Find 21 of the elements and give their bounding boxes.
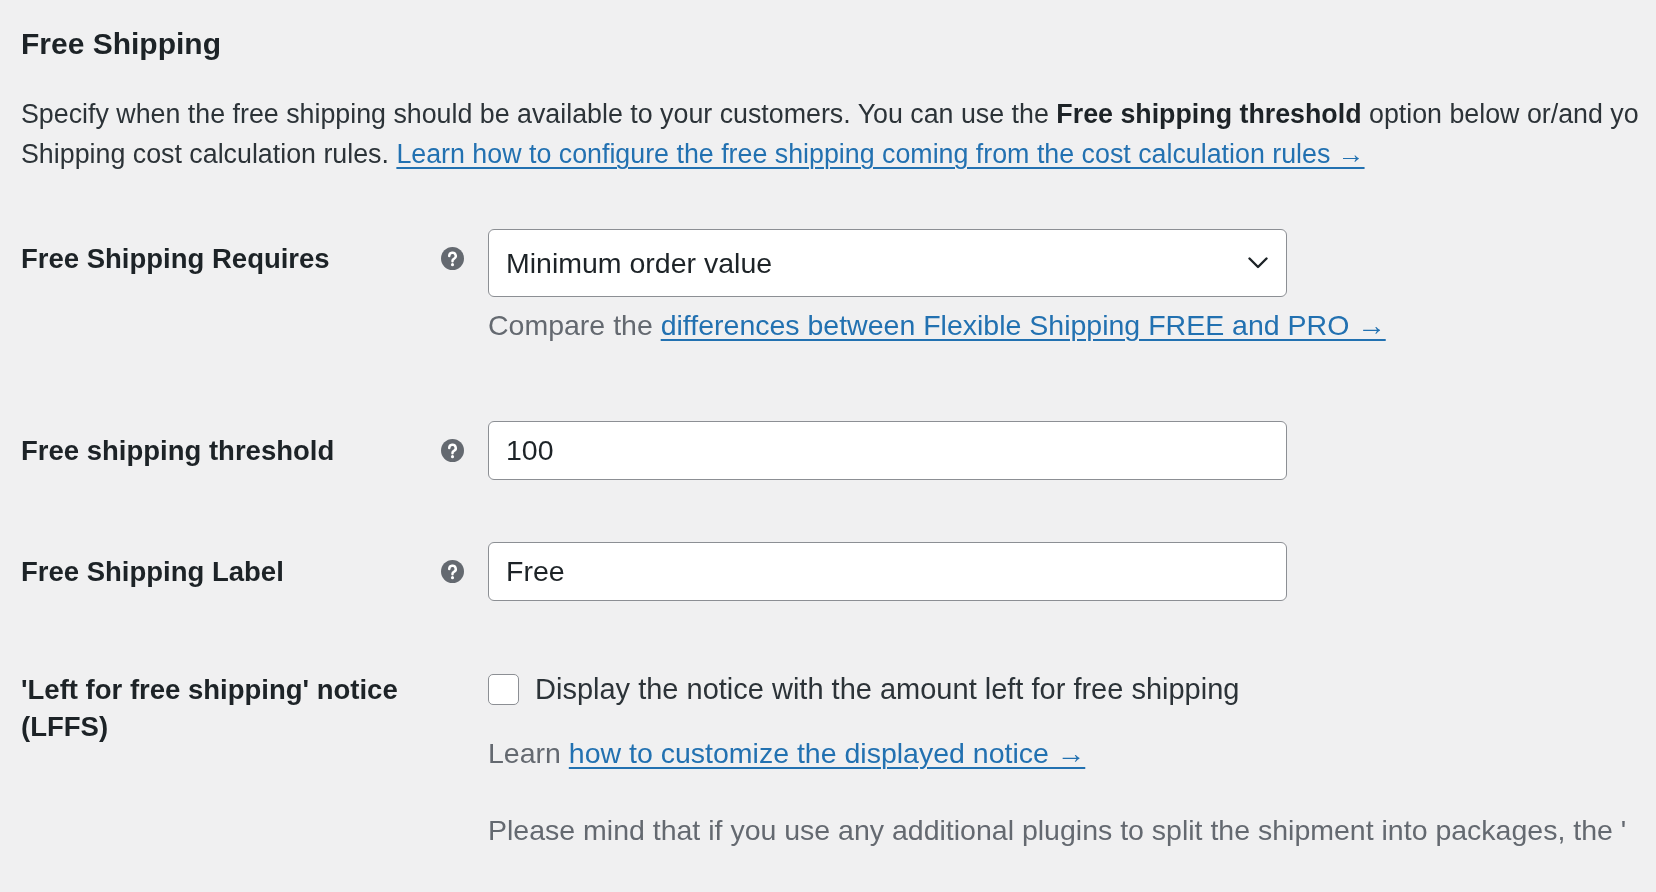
field-label: 'Left for free shipping' notice (LFFS)	[21, 673, 399, 744]
help-icon[interactable]	[441, 439, 464, 462]
dropdown-select[interactable]: Minimum order value	[488, 229, 1287, 297]
help-icon[interactable]	[441, 247, 464, 270]
help-link[interactable]: how to customize the displayed notice →	[568, 737, 1086, 769]
help-text: Please mind that if you use any additional plugins to split the shipment into packages, the '	[488, 813, 1627, 848]
text-input[interactable]: 100	[488, 421, 1287, 480]
checkbox[interactable]	[488, 673, 519, 705]
help-text: Compare the differences between Flexible Shipping FREE and PRO →	[488, 308, 1386, 343]
help-link[interactable]: differences between Flexible Shipping FREE and PRO →	[660, 309, 1386, 341]
field-label: Free Shipping Label	[21, 555, 285, 589]
description-text: Specify when the free shipping should be available to your customers. You can use the Free shipping threshold option below or/and yo Shipping cost calculation rules. Learn how to configure the free shipping coming from the cost calculation rules →	[21, 98, 1639, 171]
checkbox-label: Display the notice with the amount left for free shipping	[535, 672, 1240, 707]
field-label: Free shipping threshold	[21, 434, 336, 468]
chevron-down-icon	[1248, 257, 1268, 269]
help-text: Learn how to customize the displayed notice →	[488, 736, 1086, 771]
text-input[interactable]: Free	[488, 542, 1287, 601]
cost-rules-link[interactable]: Learn how to configure the free shipping coming from the cost calculation rules →	[396, 139, 1365, 169]
field-label: Free Shipping Requires	[21, 242, 331, 276]
help-icon[interactable]	[441, 560, 464, 583]
section-title: Free Shipping	[21, 26, 221, 62]
